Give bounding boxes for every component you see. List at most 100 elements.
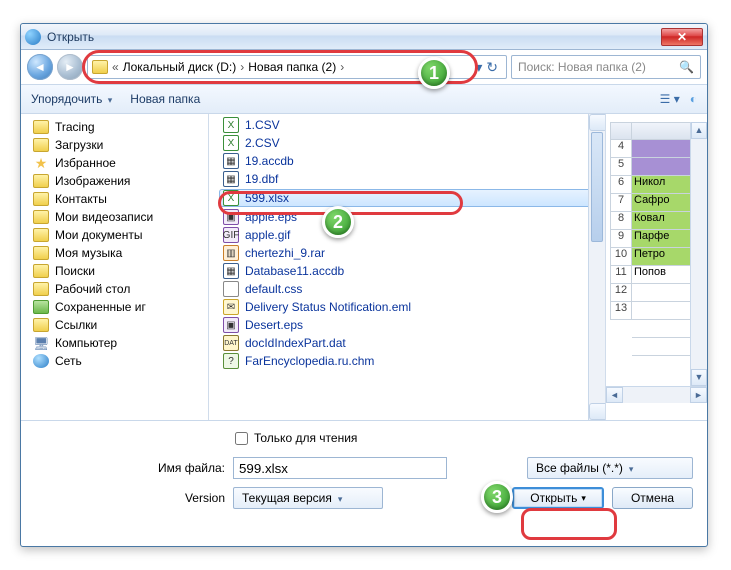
row-header: 11 <box>610 266 632 284</box>
file-item[interactable]: X599.xlsx <box>219 189 593 207</box>
file-name: 1.CSV <box>245 118 280 132</box>
tree-item[interactable]: Рабочий стол <box>33 280 208 298</box>
tree-item[interactable]: Сеть <box>33 352 208 370</box>
filename-input[interactable] <box>233 457 447 479</box>
tree-item-label: Tracing <box>55 120 95 134</box>
tree-item[interactable]: 🖥Компьютер <box>33 334 208 352</box>
breadcrumb-part-1[interactable]: Локальный диск (D:) <box>123 60 237 74</box>
tree-item[interactable]: Мои документы <box>33 226 208 244</box>
row-header: 8 <box>610 212 632 230</box>
new-folder-button[interactable]: Новая папка <box>130 92 200 106</box>
foldericon-icon <box>33 228 49 242</box>
tree-item-label: Поиски <box>55 264 95 278</box>
file-icon: ▦ <box>223 153 239 169</box>
tree-item[interactable]: Моя музыка <box>33 244 208 262</box>
tree-item[interactable]: Изображения <box>33 172 208 190</box>
version-combo[interactable]: Текущая версия <box>233 487 383 509</box>
tree-item-label: Мои документы <box>55 228 142 242</box>
refresh-dropdown-icon[interactable]: ▾ ↻ <box>471 59 502 76</box>
file-name: Desert.eps <box>245 318 303 332</box>
close-button[interactable]: ✕ <box>661 28 703 46</box>
file-item[interactable]: DATdocIdIndexPart.dat <box>209 334 605 352</box>
tree-item[interactable]: ★Избранное <box>33 154 208 172</box>
file-icon: ▣ <box>223 209 239 225</box>
libicon-icon <box>33 300 49 314</box>
nav-forward-button[interactable]: ► <box>57 54 83 80</box>
file-name: 599.xlsx <box>245 191 289 205</box>
bottom-panel: Только для чтения Имя файла: Все файлы (… <box>21 421 707 519</box>
file-item[interactable]: ▦19.accdb <box>209 152 605 170</box>
row-header: 13 <box>610 302 632 320</box>
preview-vscrollbar[interactable]: ▲▼ <box>690 122 707 386</box>
app-icon <box>25 29 41 45</box>
foldericon-icon <box>33 210 49 224</box>
file-item[interactable]: ▣ apple.eps <box>209 208 605 226</box>
row-header: 10 <box>610 248 632 266</box>
file-name: default.css <box>245 282 302 296</box>
open-button[interactable]: Открыть ▾ <box>512 487 604 509</box>
file-item[interactable]: ?FarEncyclopedia.ru.chm <box>209 352 605 370</box>
scroll-thumb[interactable] <box>591 132 603 242</box>
file-icon: ? <box>223 353 239 369</box>
search-input[interactable]: Поиск: Новая папка (2) 🔍 <box>511 55 701 79</box>
tree-item-label: Сохраненные иг <box>55 300 146 314</box>
filter-combo[interactable]: Все файлы (*.*) <box>527 457 693 479</box>
tree-item[interactable]: Загрузки <box>33 136 208 154</box>
foldericon-icon <box>33 138 49 152</box>
cancel-button[interactable]: Отмена <box>612 487 693 509</box>
row-header: 6 <box>610 176 632 194</box>
file-item[interactable]: default.css <box>209 280 605 298</box>
tree-item-label: Мои видеозаписи <box>55 210 153 224</box>
breadcrumb-part-2[interactable]: Новая папка (2) <box>248 60 336 74</box>
readonly-checkbox[interactable] <box>235 432 248 445</box>
folder-icon <box>92 60 108 74</box>
foldericon-icon <box>33 120 49 134</box>
tree-item[interactable]: Сохраненные иг <box>33 298 208 316</box>
file-item[interactable]: ▥chertezhi_9.rar <box>209 244 605 262</box>
file-item[interactable]: ▦19.dbf <box>209 170 605 188</box>
tree-item-label: Контакты <box>55 192 107 206</box>
foldericon-icon <box>33 174 49 188</box>
annotation-badge-2: 2 <box>322 206 354 238</box>
tree-item-label: Моя музыка <box>55 246 122 260</box>
row-header: 4 <box>610 140 632 158</box>
tree-item[interactable]: Ссылки <box>33 316 208 334</box>
filter-label: Все файлы (*.*) <box>536 461 623 475</box>
file-icon: ▣ <box>223 317 239 333</box>
organize-menu[interactable]: Упорядочить <box>31 92 112 106</box>
folder-tree[interactable]: Tracing Загрузки★ИзбранноеИзображения Конт… <box>21 114 209 420</box>
nav-row: ◄ ► « Локальный диск (D:) Новая папка (2… <box>21 50 707 84</box>
foldericon-icon <box>33 282 49 296</box>
file-name: apple.eps <box>245 210 297 224</box>
foldericon-icon <box>33 192 49 206</box>
file-item[interactable]: X1.CSV <box>209 116 605 134</box>
foldericon-icon <box>33 246 49 260</box>
file-icon <box>223 281 239 297</box>
file-item[interactable]: ✉Delivery Status Notification.eml <box>209 298 605 316</box>
file-list[interactable]: X1.CSVX2.CSV▦19.accdb▦19.dbfX599.xlsx ▣ ap… <box>209 114 605 420</box>
file-item[interactable]: ▦Database11.accdb <box>209 262 605 280</box>
nav-back-button[interactable]: ◄ <box>27 54 53 80</box>
file-item[interactable]: X2.CSV <box>209 134 605 152</box>
tree-item[interactable]: Контакты <box>33 190 208 208</box>
readonly-label: Только для чтения <box>254 431 357 445</box>
filename-label: Имя файла: <box>35 461 225 475</box>
preview-pane: 45678910111213 НиколСафроКовалПарфеПетро… <box>605 114 707 420</box>
scroll-up-button[interactable]: ▲ <box>589 114 605 131</box>
toolbar: Упорядочить Новая папка ☰ ▾ ◐ <box>21 84 707 114</box>
titlebar[interactable]: Открыть ✕ <box>21 24 707 50</box>
row-header: 7 <box>610 194 632 212</box>
file-item[interactable]: ▣ Desert.eps <box>209 316 605 334</box>
tree-item[interactable]: Мои видеозаписи <box>33 208 208 226</box>
help-button[interactable]: ◐ <box>690 92 697 106</box>
view-mode-button[interactable]: ☰ ▾ <box>660 92 680 106</box>
tree-item-label: Компьютер <box>55 336 117 350</box>
preview-hscrollbar[interactable]: ◄► <box>606 386 707 403</box>
vscrollbar[interactable]: ▲ ▼ <box>588 114 605 420</box>
scroll-down-button[interactable]: ▼ <box>589 403 605 420</box>
tree-item[interactable]: Tracing <box>33 118 208 136</box>
chevron-right-icon <box>340 60 344 74</box>
file-item[interactable]: GIFapple.gif <box>209 226 605 244</box>
foldericon-icon <box>33 264 49 278</box>
tree-item[interactable]: Поиски <box>33 262 208 280</box>
